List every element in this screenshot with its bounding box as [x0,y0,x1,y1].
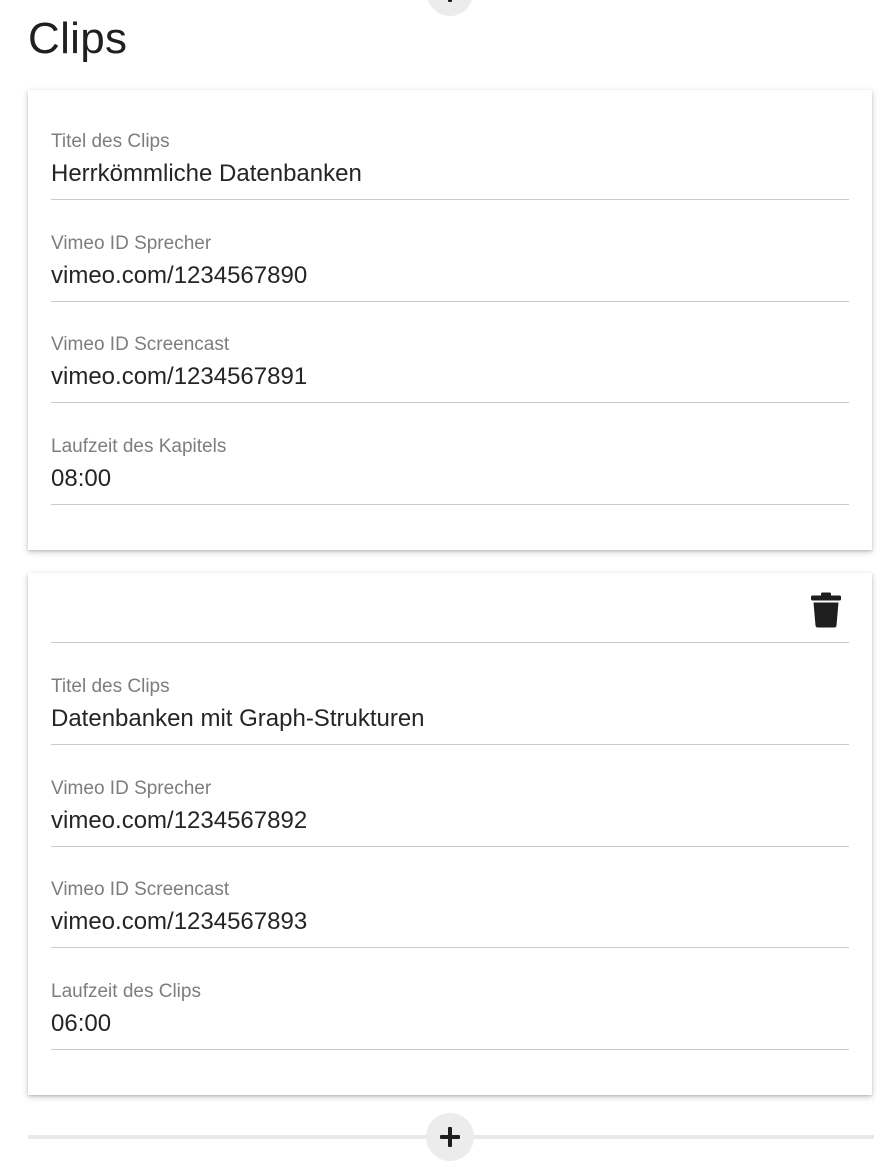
section-title: Clips [28,14,128,63]
card-toolbar [51,573,849,643]
field-label: Titel des Clips [51,676,170,697]
field-value[interactable]: 08:00 [51,465,111,493]
field-label: Vimeo ID Sprecher [51,233,212,254]
field-label: Vimeo ID Sprecher [51,778,212,799]
clip-title-field[interactable]: Titel des Clips Herrkömmliche Datenbanke… [51,97,849,200]
field-value[interactable]: vimeo.com/1234567890 [51,262,307,290]
vimeo-screencast-field[interactable]: Vimeo ID Screencast vimeo.com/1234567893 [51,845,849,948]
clip-title-field[interactable]: Titel des Clips Datenbanken mit Graph-St… [51,642,849,745]
add-clip-button[interactable] [426,1113,474,1161]
clip-card: Titel des Clips Herrkömmliche Datenbanke… [28,90,872,550]
field-value[interactable]: Datenbanken mit Graph-Strukturen [51,705,425,733]
field-value[interactable]: vimeo.com/1234567893 [51,908,307,936]
field-label: Vimeo ID Screencast [51,334,230,355]
vimeo-speaker-field[interactable]: Vimeo ID Sprecher vimeo.com/1234567890 [51,199,849,302]
field-value[interactable]: vimeo.com/1234567891 [51,363,307,391]
plus-icon [441,0,459,2]
duration-field[interactable]: Laufzeit des Clips 06:00 [51,947,849,1050]
field-value[interactable]: Herrkömmliche Datenbanken [51,160,362,188]
field-value[interactable]: vimeo.com/1234567892 [51,807,307,835]
plus-icon [440,1127,460,1147]
delete-clip-button[interactable] [811,592,841,628]
vimeo-speaker-field[interactable]: Vimeo ID Sprecher vimeo.com/1234567892 [51,744,849,847]
field-label: Laufzeit des Kapitels [51,436,227,457]
duration-field[interactable]: Laufzeit des Kapitels 08:00 [51,402,849,505]
field-value[interactable]: 06:00 [51,1010,111,1038]
trash-icon [811,592,841,628]
field-label: Vimeo ID Screencast [51,879,230,900]
field-label: Laufzeit des Clips [51,981,201,1002]
clip-card: Titel des Clips Datenbanken mit Graph-St… [28,573,872,1095]
field-label: Titel des Clips [51,131,170,152]
vimeo-screencast-field[interactable]: Vimeo ID Screencast vimeo.com/1234567891 [51,300,849,403]
add-button-top[interactable] [427,0,473,16]
